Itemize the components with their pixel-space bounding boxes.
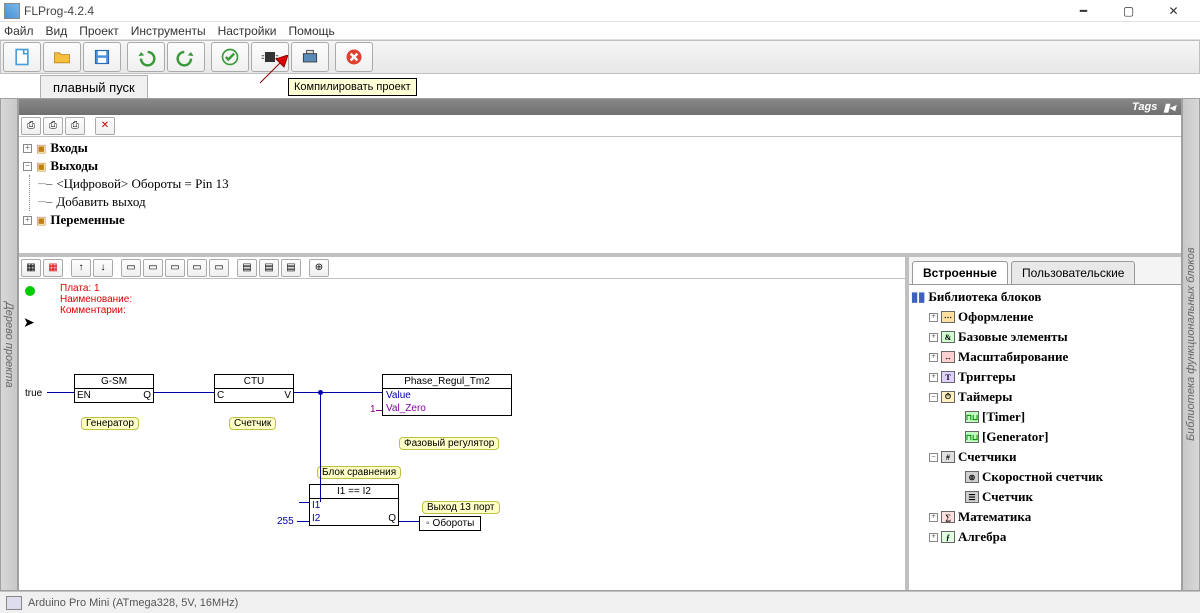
pointer-arrow (258, 55, 288, 88)
cv-btn-a[interactable]: ▭ (121, 259, 141, 277)
tree-toolbar: ⎙ ⎙ ⎙ ✕ (19, 115, 1181, 137)
project-tree-sidebar-left[interactable]: Дерево проекта (0, 98, 18, 591)
menu-tools[interactable]: Инструменты (131, 24, 206, 38)
cv-btn-c[interactable]: ▭ (165, 259, 185, 277)
menu-project[interactable]: Проект (79, 24, 119, 38)
counter-icon: ☰ (965, 491, 979, 503)
lib-exp-4[interactable]: − (929, 393, 938, 402)
cv-btn-d[interactable]: ▭ (187, 259, 207, 277)
lib-exp-2[interactable]: + (929, 353, 938, 362)
tree-outputs[interactable]: Выходы (50, 158, 98, 174)
lib-exp-7[interactable]: + (929, 533, 938, 542)
lib-root[interactable]: Библиотека блоков (928, 289, 1041, 305)
window-title: FLProg-4.2.4 (24, 4, 94, 18)
menu-file[interactable]: Файл (4, 24, 34, 38)
label-generator: Генератор (81, 417, 139, 430)
tags-header[interactable]: Tags ▮◂ (19, 99, 1181, 115)
tree-btn-3[interactable]: ⎙ (65, 117, 85, 135)
lib-exp-5[interactable]: − (929, 453, 938, 462)
project-tab-row: плавный пуск (0, 74, 1200, 98)
tree-delete-btn[interactable]: ✕ (95, 117, 115, 135)
cancel-button[interactable] (335, 42, 373, 72)
maximize-button[interactable]: ▢ (1106, 0, 1151, 22)
app-icon (4, 3, 20, 19)
tree-expand-outputs[interactable]: − (23, 162, 32, 171)
status-bar: Arduino Pro Mini (ATmega328, 5V, 16MHz) (0, 591, 1200, 613)
lib-exp-1[interactable]: + (929, 333, 938, 342)
lib-tab-builtin[interactable]: Встроенные (912, 261, 1008, 284)
cv-btn-f[interactable]: ▤ (237, 259, 257, 277)
const-255: 255 (277, 516, 294, 527)
cv-btn-share[interactable]: ⊕ (309, 259, 329, 277)
tree-panel: ⎙ ⎙ ⎙ ✕ +▣Входы −▣Выходы ┈⎯<Цифровой> Об… (19, 115, 1181, 257)
cv-btn-h[interactable]: ▤ (281, 259, 301, 277)
block-gsm[interactable]: G-SM ENQ (74, 374, 154, 403)
library-tabs: Встроенные Пользовательские (909, 257, 1181, 285)
compile-tooltip: Компилировать проект (288, 78, 417, 96)
menu-help[interactable]: Помощь (288, 24, 334, 38)
status-text: Arduino Pro Mini (ATmega328, 5V, 16MHz) (28, 597, 238, 609)
tree-pin13[interactable]: <Цифровой> Обороты = Pin 13 (56, 176, 228, 192)
tree-inputs[interactable]: Входы (50, 140, 87, 156)
tree-variables[interactable]: Переменные (50, 212, 124, 228)
tree-btn-1[interactable]: ⎙ (21, 117, 41, 135)
block-output-rpm[interactable]: ◦Обороты (419, 516, 481, 531)
name-label: Наименование: (60, 294, 132, 305)
run-indicator-icon (25, 286, 35, 296)
block-ctu[interactable]: CTU CV (214, 374, 294, 403)
canvas-toolbar: ▦ ▦ ↑ ↓ ▭ ▭ ▭ ▭ ▭ ▤ ▤ ▤ ⊕ (19, 257, 905, 279)
cv-btn-up[interactable]: ↑ (71, 259, 91, 277)
close-button[interactable]: ✕ (1151, 0, 1196, 22)
lib-exp-3[interactable]: + (929, 373, 938, 382)
redo-button[interactable] (167, 42, 205, 72)
library-tree: ▮▮Библиотека блоков +⋯Оформление +&Базов… (909, 285, 1181, 590)
tree-expand-inputs[interactable]: + (23, 144, 32, 153)
cv-btn-e[interactable]: ▭ (209, 259, 229, 277)
cv-btn-down[interactable]: ↓ (93, 259, 113, 277)
timer-icon: ⊓⊔ (965, 411, 979, 423)
canvas-area[interactable]: Плата: 1 Наименование: Комментарии: ➤ tr… (19, 279, 905, 590)
cv-btn-2[interactable]: ▦ (43, 259, 63, 277)
comment-label: Комментарии: (60, 305, 126, 316)
cv-btn-b[interactable]: ▭ (143, 259, 163, 277)
minimize-button[interactable]: ━ (1061, 0, 1106, 22)
cv-btn-1[interactable]: ▦ (21, 259, 41, 277)
speedcounter-icon: ⊚ (965, 471, 979, 483)
open-button[interactable] (43, 42, 81, 72)
block-compare[interactable]: I1 == I2 I1 I2Q (309, 484, 399, 526)
label-compare: Блок сравнения (317, 466, 401, 479)
library-sidebar-right[interactable]: Библиотека функциональных блоков (1182, 98, 1200, 591)
arrow-icon: ➤ (23, 314, 35, 331)
generator-icon: ⊓⊔ (965, 431, 979, 443)
true-label: true (25, 388, 42, 399)
menu-settings[interactable]: Настройки (218, 24, 277, 38)
menu-view[interactable]: Вид (46, 24, 68, 38)
tree-expand-vars[interactable]: + (23, 216, 32, 225)
lib-exp-0[interactable]: + (929, 313, 938, 322)
tree-btn-2[interactable]: ⎙ (43, 117, 63, 135)
cv-btn-g[interactable]: ▤ (259, 259, 279, 277)
lib-tab-user[interactable]: Пользовательские (1011, 261, 1136, 284)
save-button[interactable] (83, 42, 121, 72)
label-phase: Фазовый регулятор (399, 437, 499, 450)
project-tab[interactable]: плавный пуск (40, 75, 148, 98)
menu-bar: Файл Вид Проект Инструменты Настройки По… (0, 22, 1200, 40)
new-button[interactable] (3, 42, 41, 72)
main-toolbar (0, 40, 1200, 74)
check-button[interactable] (211, 42, 249, 72)
compile-button[interactable] (291, 42, 329, 72)
block-phase[interactable]: Phase_Regul_Tm2 Value Val_Zero (382, 374, 512, 416)
undo-button[interactable] (127, 42, 165, 72)
label-out13: Выход 13 порт (422, 501, 500, 514)
tree-add-output[interactable]: Добавить выход (56, 194, 145, 210)
books-icon: ▮▮ (911, 289, 925, 305)
label-counter: Счетчик (229, 417, 276, 430)
board-icon (6, 596, 22, 610)
title-bar: FLProg-4.2.4 ━ ▢ ✕ (0, 0, 1200, 22)
const-1: 1 (370, 404, 376, 415)
board-label: Плата: 1 (60, 283, 100, 294)
lib-exp-6[interactable]: + (929, 513, 938, 522)
